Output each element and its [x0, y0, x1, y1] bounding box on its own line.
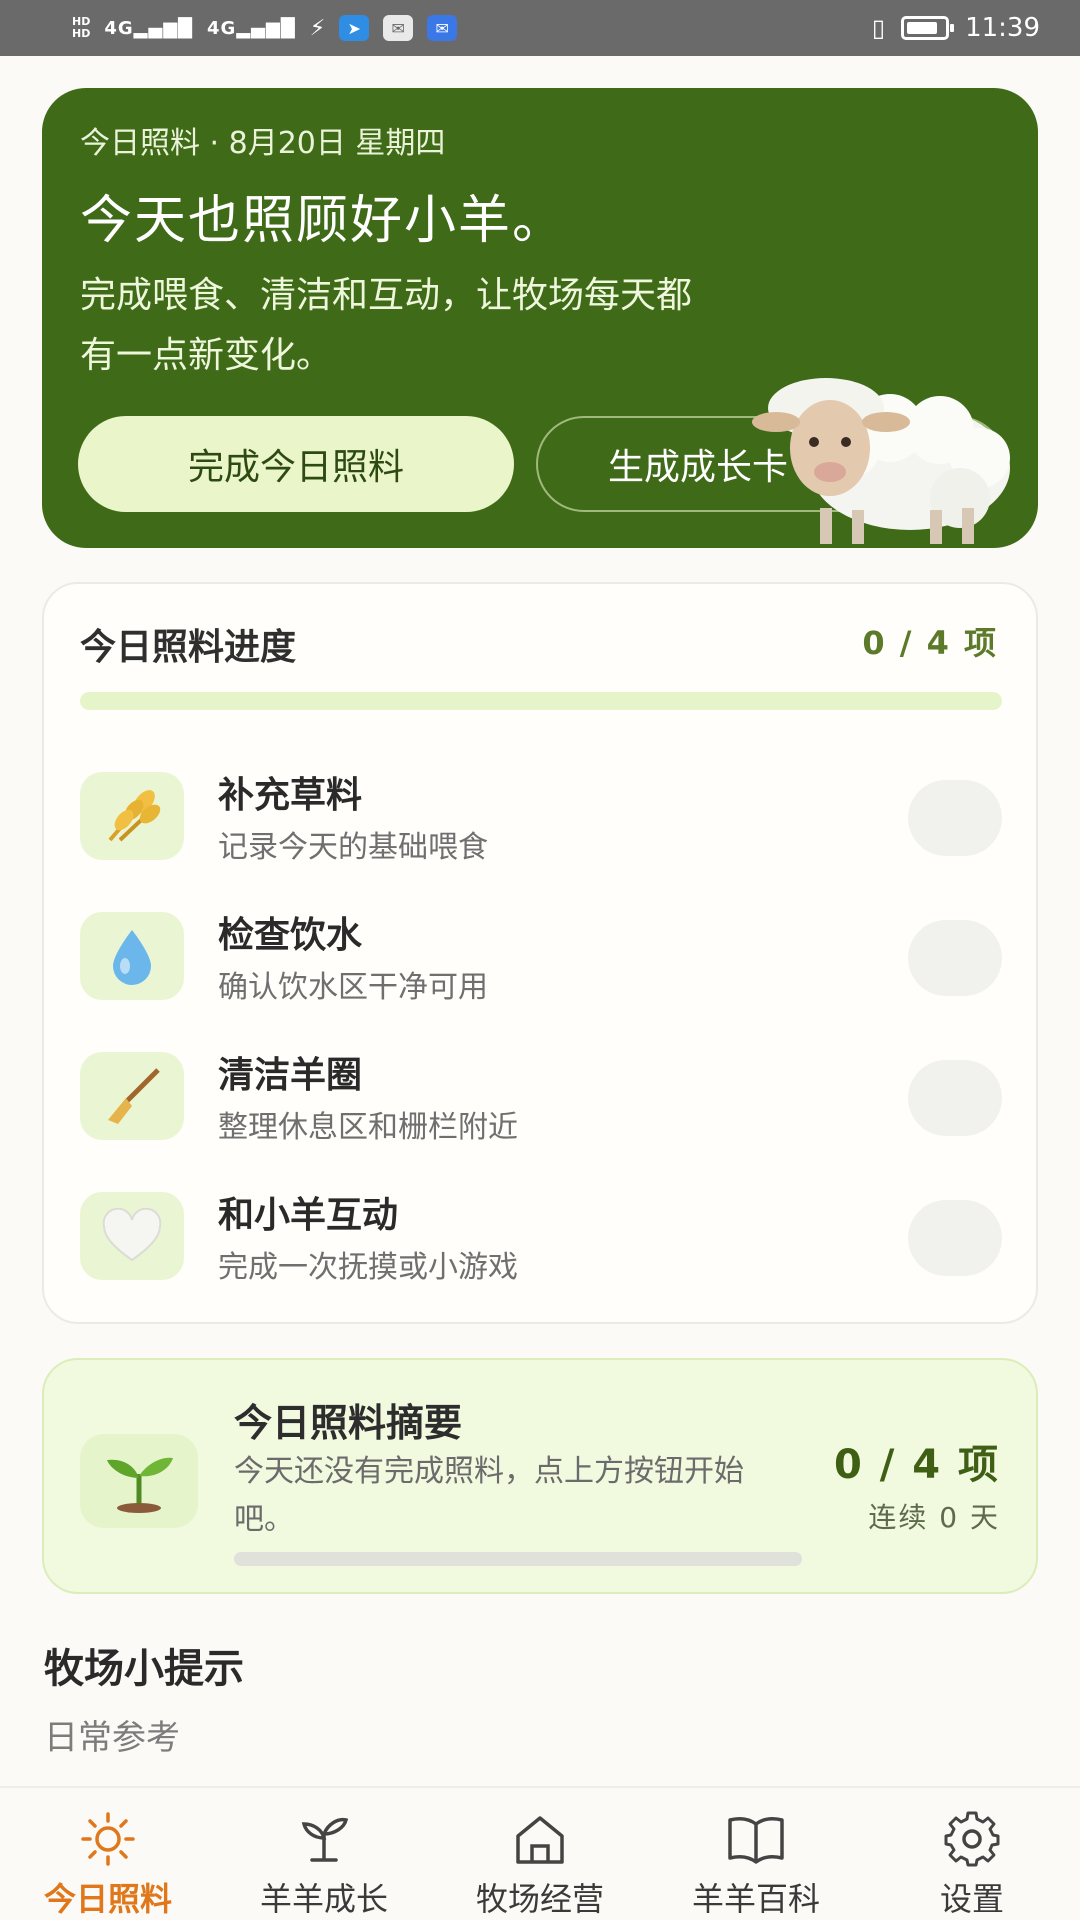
task-item-clean[interactable]: 清洁羊圈 整理休息区和栅栏附近: [80, 1046, 1002, 1146]
progress-title: 今日照料进度: [80, 627, 297, 668]
complete-care-button[interactable]: 完成今日照料: [78, 416, 514, 512]
notification-icon: ⚡: [309, 15, 326, 41]
sprout-icon: [80, 1434, 198, 1528]
heart-icon: [80, 1192, 184, 1280]
task-name: 清洁羊圈: [218, 1055, 363, 1096]
sun-icon: [78, 1810, 138, 1868]
progress-count: 0 / 4 项: [862, 624, 998, 662]
nav-item-sheep-encyclopedia[interactable]: 羊羊百科: [656, 1810, 856, 1920]
status-bar: HD HD 4G▂▄▆█ 4G▂▄▆█ ⚡ ➤ ✉ ✉ ▯ 11:39: [0, 0, 1080, 56]
nav-label: 羊羊百科: [691, 1880, 820, 1918]
bottom-navigation: 今日照料 羊羊成长 牧场经营 羊羊百科 设置: [0, 1786, 1080, 1920]
task-item-hay[interactable]: 补充草料 记录今天的基础喂食: [80, 766, 1002, 866]
nav-item-settings[interactable]: 设置: [872, 1810, 1072, 1920]
hero-title: 今天也照顾好小羊。: [80, 191, 567, 251]
nav-item-today-care[interactable]: 今日照料: [8, 1810, 208, 1920]
progress-bar: [80, 692, 1002, 710]
task-item-interact[interactable]: 和小羊互动 完成一次抚摸或小游戏: [80, 1186, 1002, 1286]
task-description: 整理休息区和栅栏附近: [218, 1110, 518, 1145]
mail-notification-icon: ✉: [383, 15, 414, 41]
broom-icon: [80, 1052, 184, 1140]
task-checkbox[interactable]: [908, 1200, 1002, 1276]
task-name: 和小羊互动: [218, 1195, 399, 1236]
sprout-icon: [294, 1810, 354, 1868]
nav-item-ranch-management[interactable]: 牧场经营: [440, 1810, 640, 1920]
gear-icon: [942, 1810, 1002, 1868]
battery-icon: [901, 16, 955, 40]
app-notification-icon: ➤: [339, 15, 370, 41]
task-checkbox[interactable]: [908, 780, 1002, 856]
status-bar-left: HD HD 4G▂▄▆█ 4G▂▄▆█ ⚡ ➤ ✉ ✉: [72, 15, 458, 41]
tips-subtitle: 日常参考: [44, 1718, 180, 1758]
hero-description: 完成喂食、清洁和互动，让牧场每天都有一点新变化。: [80, 275, 693, 376]
hero-card: 今日照料 · 8月20日 星期四 今天也照顾好小羊。 完成喂食、清洁和互动，让牧…: [42, 88, 1038, 548]
task-checkbox[interactable]: [908, 920, 1002, 996]
water-drop-icon: [80, 912, 184, 1000]
hero-date: 今日照料 · 8月20日 星期四: [80, 126, 446, 161]
wheat-icon: [80, 772, 184, 860]
home-icon: [510, 1810, 570, 1868]
task-description: 确认饮水区干净可用: [218, 970, 488, 1005]
nav-label: 设置: [939, 1880, 1004, 1918]
status-bar-right: ▯ 11:39: [872, 13, 1040, 43]
book-icon: [724, 1810, 788, 1868]
signal-icon: 4G▂▄▆█: [104, 17, 194, 39]
nav-label: 今日照料: [43, 1880, 172, 1918]
task-description: 完成一次抚摸或小游戏: [218, 1250, 518, 1285]
nav-item-sheep-growth[interactable]: 羊羊成长: [224, 1810, 424, 1920]
task-name: 检查饮水: [218, 915, 363, 956]
clock: 11:39: [965, 13, 1040, 43]
hd-indicator: HD HD: [72, 15, 91, 40]
summary-count: 0 / 4 项: [833, 1442, 1000, 1488]
signal-icon: 4G▂▄▆█: [207, 17, 296, 39]
task-description: 记录今天的基础喂食: [218, 830, 488, 865]
streak-count: 连续 0 天: [868, 1501, 1000, 1534]
vibrate-icon: ▯: [871, 14, 886, 42]
summary-title: 今日照料摘要: [234, 1401, 463, 1445]
summary-progress-bar: [234, 1552, 802, 1566]
sheep-illustration: [752, 378, 1010, 544]
task-checkbox[interactable]: [908, 1060, 1002, 1136]
tips-title: 牧场小提示: [44, 1646, 244, 1692]
message-notification-icon: ✉: [427, 15, 458, 41]
task-name: 补充草料: [218, 775, 363, 816]
care-progress-card: 今日照料进度 0 / 4 项 补充草料 记录今天的基础喂食 检查饮水 确认饮水区…: [42, 582, 1038, 1324]
summary-text: 今天还没有完成照料，点上方按钮开始吧。: [234, 1454, 744, 1537]
care-summary-card: 今日照料摘要 今天还没有完成照料，点上方按钮开始吧。 0 / 4 项 连续 0 …: [42, 1358, 1038, 1594]
task-item-water[interactable]: 检查饮水 确认饮水区干净可用: [80, 906, 1002, 1006]
nav-label: 羊羊成长: [259, 1880, 388, 1918]
nav-label: 牧场经营: [475, 1880, 604, 1918]
